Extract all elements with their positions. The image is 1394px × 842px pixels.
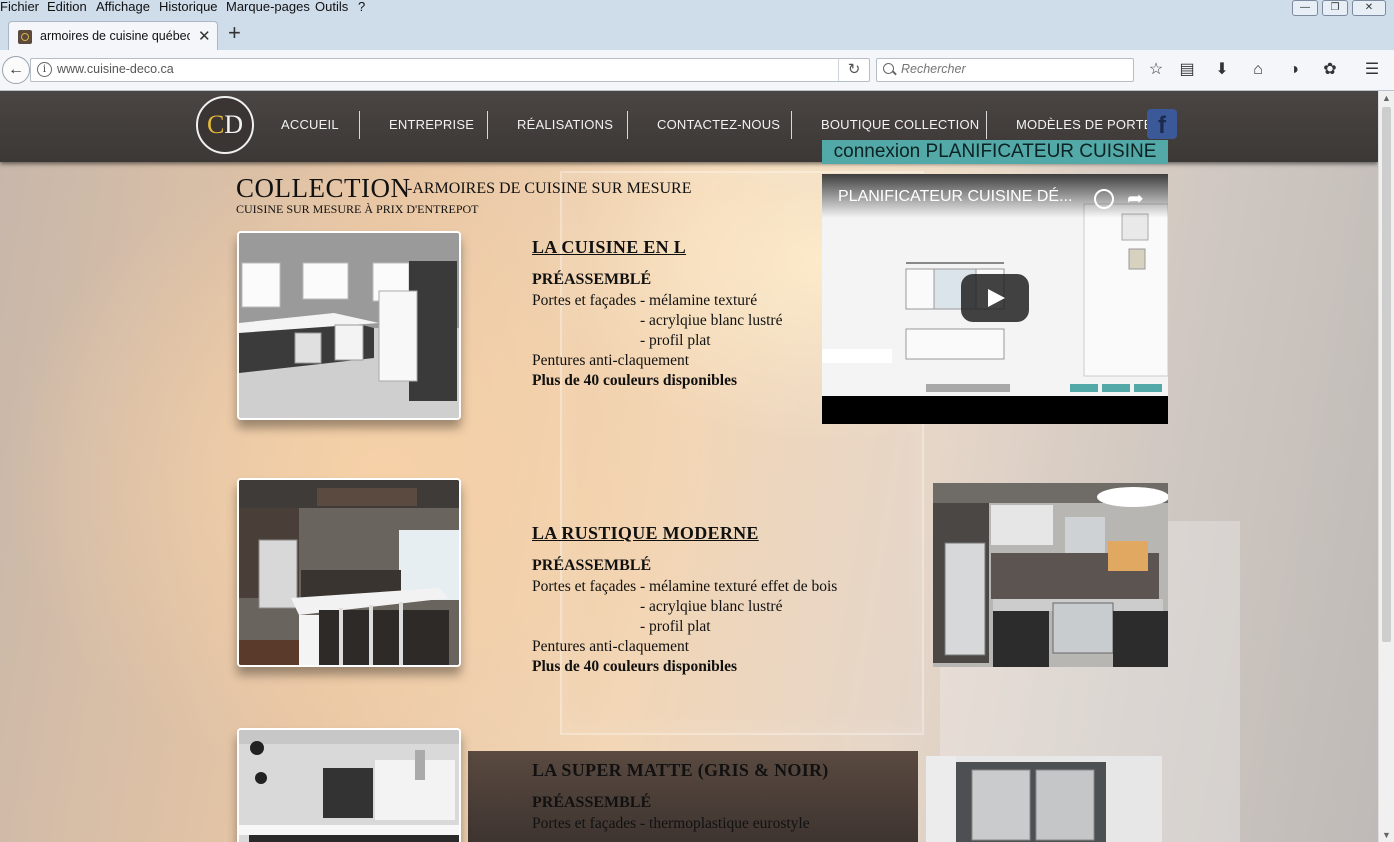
facebook-icon[interactable]: f xyxy=(1147,109,1177,139)
reload-icon[interactable]: ↻ xyxy=(838,59,869,81)
share-icon[interactable]: ➦ xyxy=(1127,186,1144,211)
super-matte-preassembled: PRÉASSEMBLÉ xyxy=(532,794,652,811)
collection-tagline: CUISINE SUR MESURE À PRIX D'ENTREPOT xyxy=(236,202,479,216)
menu-outils[interactable]: Outils xyxy=(315,0,348,14)
search-icon xyxy=(883,63,894,74)
rustique-thumbnail[interactable] xyxy=(237,478,461,667)
collection-title: COLLECTION xyxy=(236,173,411,203)
rustique-preassembled: PRÉASSEMBLÉ xyxy=(532,557,652,574)
web-page: CD ACCUEIL ENTREPRISE RÉALISATIONS CONTA… xyxy=(0,91,1378,842)
nav-separator xyxy=(986,111,987,139)
tab-close-icon[interactable]: ✕ xyxy=(198,27,211,45)
kitchen-l-thumbnail[interactable] xyxy=(237,231,461,420)
nav-entreprise[interactable]: ENTREPRISE xyxy=(389,117,474,132)
menu-marque-pages[interactable]: Marque-pages xyxy=(226,0,310,14)
kitchen-l-option-2: - profil plat xyxy=(640,332,711,349)
nav-boutique-collection[interactable]: BOUTIQUE COLLECTION xyxy=(821,117,979,132)
tab-title: armoires de cuisine québec c xyxy=(40,29,190,43)
url-bar[interactable]: i www.cuisine-deco.ca ↻ xyxy=(30,58,870,82)
planner-login-link[interactable]: connexion PLANIFICATEUR CUISINE xyxy=(822,140,1168,164)
video-title[interactable]: PLANIFICATEUR CUISINE DÉ... xyxy=(838,188,1072,206)
super-matte-thumbnail[interactable] xyxy=(237,728,461,842)
favicon-icon xyxy=(18,30,32,44)
pocket-icon[interactable]: ◑ xyxy=(1284,61,1304,79)
rustique-colors: Plus de 40 couleurs disponibles xyxy=(532,658,737,675)
video-player[interactable]: PLANIFICATEUR CUISINE DÉ... ➦ xyxy=(822,174,1168,424)
super-matte-photo-image xyxy=(926,756,1162,842)
kitchen-l-doors: Portes et façades - mélamine texturé xyxy=(532,292,758,309)
rustique-image xyxy=(239,480,459,665)
hamburger-menu-icon[interactable]: ☰ xyxy=(1362,61,1382,79)
super-matte-doors: Portes et façades - thermoplastique euro… xyxy=(532,815,810,832)
menu-fichier[interactable]: Fichier xyxy=(0,0,39,14)
bookmark-star-icon[interactable]: ☆ xyxy=(1146,61,1166,79)
nav-accueil[interactable]: ACCUEIL xyxy=(281,117,339,132)
download-icon[interactable]: ⬇ xyxy=(1212,61,1232,79)
navigation-toolbar: ← i www.cuisine-deco.ca ↻ ☆ ▤ ⬇ ⌂ ◑ ✿ ☰ xyxy=(0,50,1394,91)
search-bar[interactable] xyxy=(876,58,1134,82)
site-header: CD ACCUEIL ENTREPRISE RÉALISATIONS CONTA… xyxy=(0,91,1378,162)
close-window-button[interactable]: ✕ xyxy=(1352,0,1386,16)
rustique-hinges: Pentures anti-claquement xyxy=(532,638,690,655)
menu-bar: Fichier Edition Affichage Historique Mar… xyxy=(0,0,1394,16)
restore-button[interactable]: ❐ xyxy=(1322,0,1348,16)
rustique-option-1: - acrylqiue blanc lustré xyxy=(640,598,783,615)
nav-separator xyxy=(359,111,360,139)
window-controls: — ❐ ✕ xyxy=(1292,0,1386,16)
scroll-down-arrow-icon[interactable]: ▼ xyxy=(1382,830,1391,840)
url-text[interactable]: www.cuisine-deco.ca xyxy=(57,62,174,76)
super-matte-image xyxy=(239,730,459,842)
tab-strip: armoires de cuisine québec c ✕ + xyxy=(0,16,1394,51)
rustique-photo-image xyxy=(933,483,1168,667)
site-logo[interactable]: CD xyxy=(196,96,254,154)
menu-help[interactable]: ? xyxy=(358,0,365,14)
kitchen-l-image xyxy=(239,233,459,418)
tab-cuisine-deco[interactable]: armoires de cuisine québec c ✕ xyxy=(8,21,218,51)
minimize-button[interactable]: — xyxy=(1292,0,1318,16)
kitchen-l-preassembled: PRÉASSEMBLÉ xyxy=(532,271,652,288)
kitchen-l-colors: Plus de 40 couleurs disponibles xyxy=(532,372,737,389)
nav-separator xyxy=(627,111,628,139)
rustique-option-2: - profil plat xyxy=(640,618,711,635)
scroll-up-arrow-icon[interactable]: ▲ xyxy=(1382,93,1391,103)
menu-edition[interactable]: Edition xyxy=(47,0,87,14)
nav-separator xyxy=(791,111,792,139)
nav-separator xyxy=(487,111,488,139)
scroll-thumb[interactable] xyxy=(1382,107,1391,642)
kitchen-l-title[interactable]: LA CUISINE EN L xyxy=(532,237,686,258)
rustique-title[interactable]: LA RUSTIQUE MODERNE xyxy=(532,523,759,544)
info-icon[interactable]: i xyxy=(37,62,52,77)
home-icon[interactable]: ⌂ xyxy=(1248,61,1268,79)
new-tab-button[interactable]: + xyxy=(228,20,241,46)
rustique-photo[interactable] xyxy=(933,483,1168,667)
reading-list-icon[interactable]: ▤ xyxy=(1177,61,1197,79)
play-button[interactable] xyxy=(961,274,1029,322)
extension-icon[interactable]: ✿ xyxy=(1320,61,1340,79)
menu-historique[interactable]: Historique xyxy=(159,0,218,14)
watch-later-icon[interactable] xyxy=(1094,189,1114,209)
menu-affichage[interactable]: Affichage xyxy=(96,0,150,14)
collection-subtitle: -ARMOIRES DE CUISINE SUR MESURE xyxy=(407,180,692,197)
nav-contactez-nous[interactable]: CONTACTEZ-NOUS xyxy=(657,117,780,132)
kitchen-l-hinges: Pentures anti-claquement xyxy=(532,352,690,369)
super-matte-title[interactable]: LA SUPER MATTE (GRIS & NOIR) xyxy=(532,760,829,781)
nav-modeles-de-porte[interactable]: MODÈLES DE PORTE xyxy=(1016,117,1153,132)
video-top-bar: PLANIFICATEUR CUISINE DÉ... ➦ xyxy=(822,174,1168,218)
rustique-doors: Portes et façades - mélamine texturé eff… xyxy=(532,578,838,595)
page-scrollbar[interactable]: ▲ ▼ xyxy=(1378,91,1394,842)
nav-realisations[interactable]: RÉALISATIONS xyxy=(517,117,613,132)
search-input[interactable] xyxy=(901,60,1121,78)
kitchen-l-option-1: - acrylqiue blanc lustré xyxy=(640,312,783,329)
super-matte-photo[interactable] xyxy=(926,756,1162,842)
back-button[interactable]: ← xyxy=(2,56,30,84)
